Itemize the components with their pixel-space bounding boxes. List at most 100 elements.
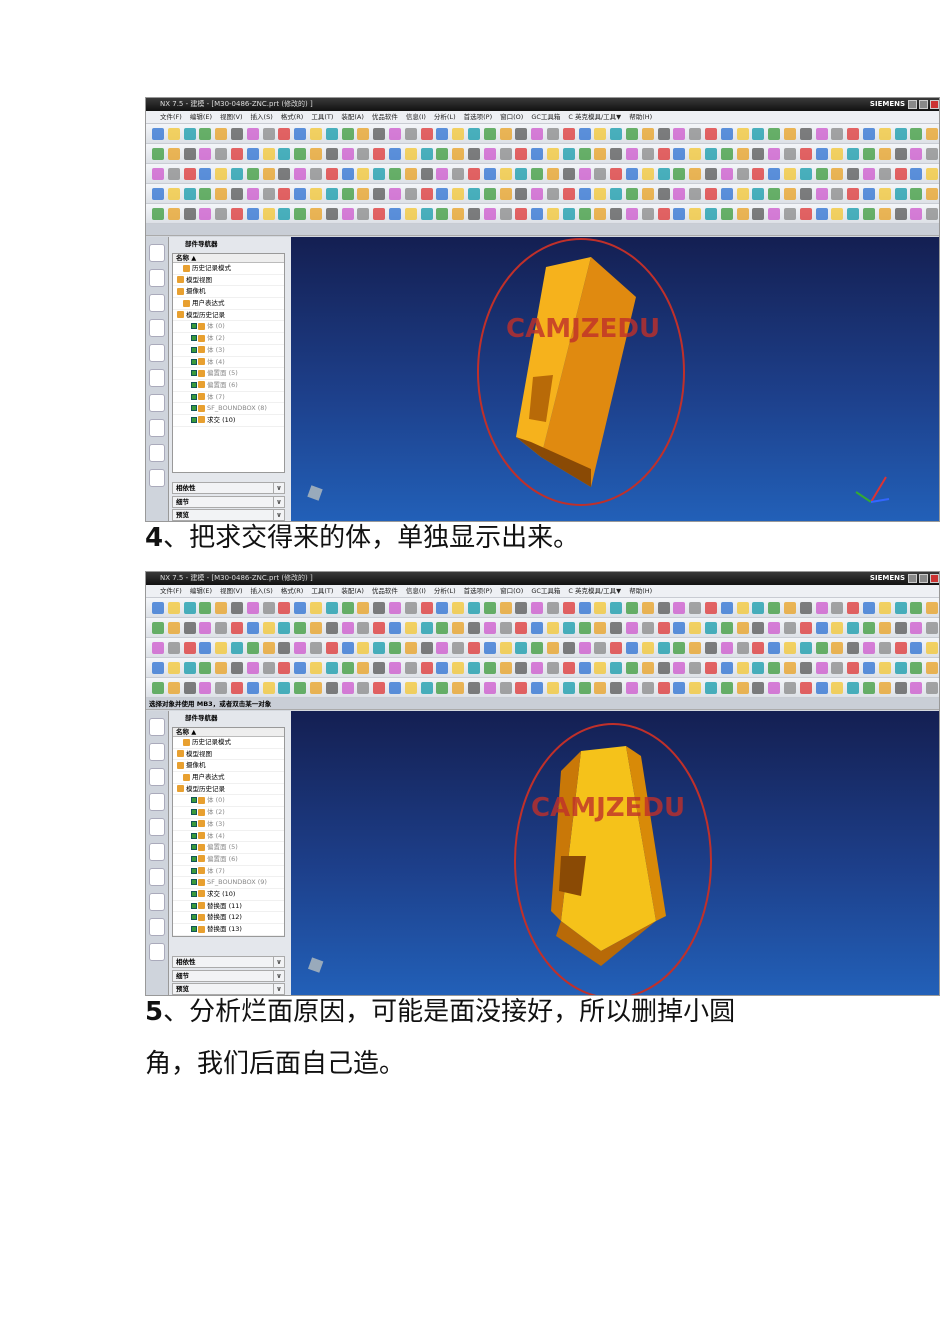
resource-tab-icon[interactable] [149, 893, 165, 911]
toolbar-button-icon[interactable] [768, 622, 781, 634]
menu-item[interactable]: 分析(L) [434, 587, 456, 595]
resource-tab-icon[interactable] [149, 469, 165, 487]
toolbar-button-icon[interactable] [705, 148, 717, 160]
toolbar-button-icon[interactable] [594, 602, 607, 614]
toolbar-button-icon[interactable] [831, 208, 844, 220]
tree-node[interactable]: 体 (7) [173, 392, 284, 404]
toolbar-button-icon[interactable] [152, 642, 164, 654]
toolbar-button-icon[interactable] [847, 622, 860, 634]
toolbar-button-icon[interactable] [483, 622, 496, 634]
resource-tab-icon[interactable] [149, 444, 165, 462]
toolbar-button-icon[interactable] [562, 602, 575, 614]
toolbar-button-icon[interactable] [863, 622, 875, 634]
toolbar-button-icon[interactable] [641, 208, 654, 220]
toolbar-button-icon[interactable] [325, 168, 338, 180]
toolbar-button-icon[interactable] [215, 128, 228, 140]
toolbar-button-icon[interactable] [231, 128, 243, 140]
toolbar-button-icon[interactable] [705, 602, 717, 614]
checkbox-icon[interactable] [191, 381, 197, 388]
toolbar-button-icon[interactable] [657, 642, 670, 654]
toolbar-button-icon[interactable] [831, 682, 844, 694]
toolbar-button-icon[interactable] [389, 148, 401, 160]
toolbar-button-icon[interactable] [531, 208, 544, 220]
toolbar-button-icon[interactable] [578, 682, 591, 694]
toolbar-button-icon[interactable] [483, 168, 496, 180]
menu-item[interactable]: 优品软件 [372, 113, 398, 121]
toolbar-button-icon[interactable] [657, 682, 670, 694]
tree-node[interactable]: 历史记录模式 [173, 737, 284, 749]
resource-tab-icon[interactable] [149, 244, 165, 262]
toolbar-button-icon[interactable] [183, 622, 196, 634]
toolbar-button-icon[interactable] [341, 148, 354, 160]
toolbar-button-icon[interactable] [246, 208, 259, 220]
tree-node[interactable]: 偏置面 (5) [173, 368, 284, 380]
toolbar-button-icon[interactable] [831, 168, 844, 180]
toolbar-button-icon[interactable] [199, 148, 212, 160]
toolbar-button-icon[interactable] [894, 682, 907, 694]
toolbar-button-icon[interactable] [705, 622, 717, 634]
toolbar-button-icon[interactable] [199, 602, 212, 614]
toolbar-button-icon[interactable] [799, 148, 812, 160]
resource-tab-icon[interactable] [149, 718, 165, 736]
toolbar-button-icon[interactable] [452, 622, 465, 634]
toolbar-button-icon[interactable] [910, 188, 923, 200]
toolbar-button-icon[interactable] [468, 602, 480, 614]
tree-node[interactable]: 体 (7) [173, 866, 284, 878]
toolbar-button-icon[interactable] [847, 148, 860, 160]
toolbar-button-icon[interactable] [562, 168, 575, 180]
tree-node[interactable]: 体 (3) [173, 345, 284, 357]
toolbar-button-icon[interactable] [910, 682, 923, 694]
toolbar-button-icon[interactable] [515, 662, 528, 674]
toolbar-button-icon[interactable] [736, 168, 749, 180]
chevron-down-icon[interactable]: ∨ [273, 970, 284, 981]
resource-tab-icon[interactable] [149, 793, 165, 811]
toolbar-button-icon[interactable] [373, 208, 386, 220]
toolbar-button-icon[interactable] [310, 168, 322, 180]
resource-tab-icon[interactable] [149, 394, 165, 412]
toolbar-button-icon[interactable] [152, 622, 164, 634]
toolbar-button-icon[interactable] [815, 208, 828, 220]
toolbar-button-icon[interactable] [357, 622, 370, 634]
toolbar-button-icon[interactable] [404, 128, 417, 140]
toolbar-button-icon[interactable] [167, 168, 180, 180]
toolbar-button-icon[interactable] [325, 128, 338, 140]
toolbar-button-icon[interactable] [183, 602, 196, 614]
toolbar-button-icon[interactable] [468, 208, 480, 220]
checkbox-icon[interactable] [191, 914, 197, 921]
toolbar-button-icon[interactable] [310, 642, 322, 654]
toolbar-button-icon[interactable] [468, 662, 480, 674]
menu-item[interactable]: GC工具箱 [531, 587, 560, 595]
toolbar-button-icon[interactable] [736, 188, 749, 200]
toolbar-button-icon[interactable] [831, 642, 844, 654]
toolbar-button-icon[interactable] [499, 602, 512, 614]
toolbar-button-icon[interactable] [863, 682, 875, 694]
toolbar-button-icon[interactable] [689, 622, 702, 634]
toolbar-button-icon[interactable] [152, 208, 164, 220]
toolbar-button-icon[interactable] [310, 208, 322, 220]
toolbar-button-icon[interactable] [752, 602, 765, 614]
toolbar-button-icon[interactable] [863, 128, 875, 140]
toolbar-button-icon[interactable] [325, 602, 338, 614]
menu-item[interactable]: 格式(R) [281, 113, 304, 121]
toolbar-button-icon[interactable] [325, 662, 338, 674]
menu-item[interactable]: 视图(V) [220, 587, 243, 595]
toolbar-button-icon[interactable] [294, 208, 307, 220]
resource-tab-icon[interactable] [149, 344, 165, 362]
toolbar-button-icon[interactable] [468, 622, 480, 634]
toolbar-button-icon[interactable] [720, 168, 733, 180]
toolbar-button-icon[interactable] [705, 128, 717, 140]
toolbar-button-icon[interactable] [562, 682, 575, 694]
menu-item[interactable]: 窗口(O) [500, 587, 523, 595]
tree-node[interactable]: 模型历史记录 [173, 310, 284, 322]
tree-node[interactable]: 模型视图 [173, 749, 284, 761]
toolbar-button-icon[interactable] [641, 642, 654, 654]
toolbar-button-icon[interactable] [815, 602, 828, 614]
tree-node[interactable]: 模型历史记录 [173, 784, 284, 796]
toolbar-button-icon[interactable] [720, 602, 733, 614]
toolbar-button-icon[interactable] [215, 662, 228, 674]
tree-node[interactable]: 偏置面 (5) [173, 842, 284, 854]
checkbox-icon[interactable] [191, 820, 197, 827]
toolbar-button-icon[interactable] [768, 662, 781, 674]
menu-item[interactable]: 文件(F) [160, 113, 182, 121]
toolbar-button-icon[interactable] [199, 208, 212, 220]
